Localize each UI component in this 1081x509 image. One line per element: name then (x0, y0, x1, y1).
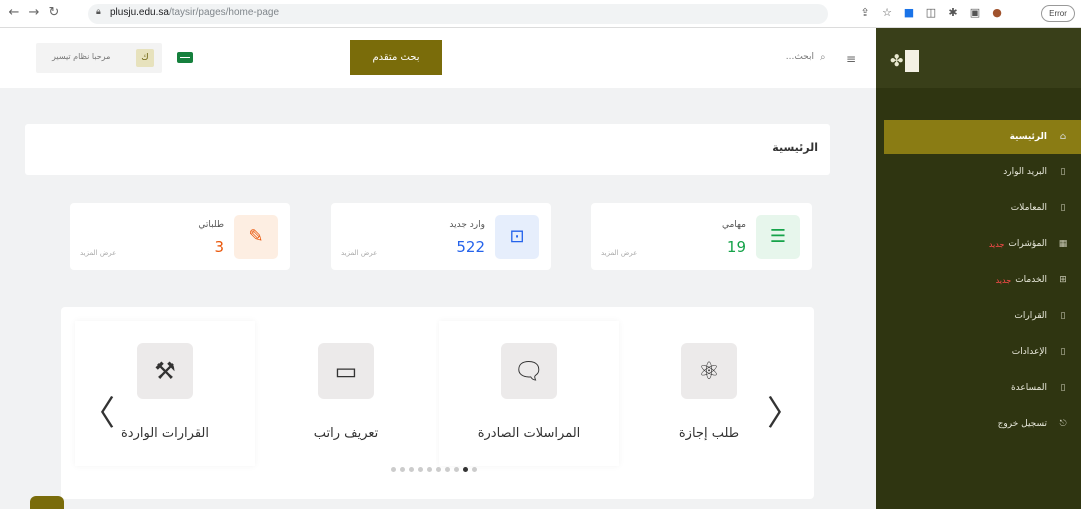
share-icon[interactable]: ⇪ (858, 6, 872, 20)
folder-icon: ⊡ (495, 215, 539, 259)
carousel-dot[interactable] (436, 467, 441, 472)
top-bar: ≡ ⌕ بحث متقدم مرحبا نظام تيسير ك (0, 28, 876, 88)
carousel-dot[interactable] (463, 467, 468, 472)
chevron-left-icon[interactable]: 〈 (81, 397, 115, 431)
extension-icon[interactable]: ◫ (924, 6, 938, 20)
document-edit-icon: ✎ (234, 215, 278, 259)
slide-salary-certificate[interactable]: ▭ تعريف راتب (256, 321, 436, 466)
carousel-dot[interactable] (400, 467, 405, 472)
stat-card-my-requests[interactable]: ✎ طلباتي 3 عرض المزيد (70, 203, 290, 270)
advanced-search-button[interactable]: بحث متقدم (350, 40, 442, 75)
file-icon: ▯ (1060, 311, 1066, 321)
stat-label: وارد جديد (449, 220, 485, 230)
scroll-top-button[interactable] (30, 496, 64, 509)
carousel-dot[interactable] (445, 467, 450, 472)
atom-icon: ⚛ (681, 343, 737, 399)
stat-label: طلباتي (198, 220, 224, 230)
user-menu[interactable]: مرحبا نظام تيسير ك (36, 43, 162, 73)
chevron-right-icon[interactable]: 〉 (767, 397, 801, 431)
carousel-dot[interactable] (391, 467, 396, 472)
slide-label: تعريف راتب (313, 426, 379, 441)
back-icon[interactable]: ← (6, 5, 22, 21)
search-icon[interactable]: ⌕ (820, 52, 826, 63)
show-more-link[interactable]: عرض المزيد (341, 249, 377, 257)
carousel-dot[interactable] (472, 467, 477, 472)
sidebar-item-home[interactable]: ⌂ الرئيسية (884, 120, 1081, 154)
file-icon: ▯ (1060, 347, 1066, 357)
stat-card-tasks[interactable]: ☰ مهامي 19 عرض المزيد (591, 203, 812, 270)
user-greeting: مرحبا نظام تيسير (52, 52, 111, 61)
file-icon: ▯ (1060, 203, 1066, 213)
avatar: ك (136, 49, 154, 67)
home-icon: ⌂ (1059, 132, 1067, 142)
search-input[interactable] (700, 48, 814, 66)
forward-icon[interactable]: → (26, 5, 42, 21)
profile-icon[interactable]: ● (990, 6, 1004, 20)
gavel-icon: ⚒ (137, 343, 193, 399)
stat-value: 522 (456, 238, 485, 256)
chat-icon: 🗨︎ (501, 343, 557, 399)
sidepanel-icon[interactable]: ▣ (968, 6, 982, 20)
page-title: الرئيسية (772, 141, 818, 154)
sidebar-item-transactions[interactable]: ▯ المعاملات (884, 192, 1081, 224)
show-more-link[interactable]: عرض المزيد (601, 249, 637, 257)
reload-icon[interactable]: ↻ (46, 5, 62, 21)
file-icon: ▯ (1060, 383, 1066, 393)
lock-icon: 🔒︎ (96, 7, 101, 17)
file-icon: ▯ (1060, 167, 1066, 177)
carousel-dot[interactable] (418, 467, 423, 472)
slide-label: المراسلات الصادرة (477, 426, 581, 441)
menu-icon[interactable]: ≡ (846, 52, 856, 66)
services-carousel: ⚛ طلب إجازة 🗨︎ المراسلات الصادرة ▭ تعريف… (61, 307, 814, 499)
stat-value: 3 (214, 238, 224, 256)
star-icon[interactable]: ☆ (880, 6, 894, 20)
sidebar-item-indicators[interactable]: ▦ المؤشرات جديد (884, 228, 1081, 260)
chart-icon: ▦ (1058, 239, 1068, 249)
browser-toolbar: ← → ↻ 🔒︎ plusju.edu.sa/taysir/pages/home… (0, 0, 1081, 28)
checklist-icon: ☰ (756, 215, 800, 259)
sidebar-item-logout[interactable]: ⎋ تسجيل خروج (884, 408, 1081, 440)
sidebar-header: ✤ (876, 28, 1081, 88)
error-badge[interactable]: Error (1041, 5, 1075, 22)
logo: ✤ (890, 50, 930, 72)
new-badge: جديد (988, 239, 1005, 249)
puzzle-icon[interactable]: ✱ (946, 6, 960, 20)
new-badge: جديد (995, 275, 1012, 285)
stat-card-new-incoming[interactable]: ⊡ وارد جديد 522 عرض المزيد (331, 203, 551, 270)
url-text: plusju.edu.sa/taysir/pages/home-page (110, 7, 280, 18)
carousel-dot[interactable] (454, 467, 459, 472)
sidebar-item-settings[interactable]: ▯ الإعدادات (884, 336, 1081, 368)
carousel-dot[interactable] (427, 467, 432, 472)
devices-icon: ▭ (318, 343, 374, 399)
logout-icon: ⎋ (1059, 419, 1067, 429)
sidebar-item-inbox[interactable]: ▯ البريد الوارد (884, 156, 1081, 188)
sidebar-item-decisions[interactable]: ▯ القرارات (884, 300, 1081, 332)
sidebar-item-help[interactable]: ▯ المساعدة (884, 372, 1081, 404)
sidebar: ✤ ⌂ الرئيسية ▯ البريد الوارد ▯ المعاملات… (876, 28, 1081, 509)
services-icon: ⊞ (1059, 275, 1067, 285)
address-bar[interactable]: 🔒︎ plusju.edu.sa/taysir/pages/home-page (88, 4, 828, 24)
stat-label: مهامي (721, 220, 746, 230)
carousel-dots (391, 467, 477, 472)
breadcrumb: الرئيسية (25, 124, 830, 175)
show-more-link[interactable]: عرض المزيد (80, 249, 116, 257)
saudi-flag-icon[interactable] (177, 52, 193, 63)
sidebar-item-services[interactable]: ⊞ الخدمات جديد (884, 264, 1081, 296)
slide-outgoing-correspondence[interactable]: 🗨︎ المراسلات الصادرة (439, 321, 619, 466)
carousel-dot[interactable] (409, 467, 414, 472)
stat-value: 19 (726, 238, 746, 256)
extension-icon[interactable]: ■ (902, 6, 916, 20)
